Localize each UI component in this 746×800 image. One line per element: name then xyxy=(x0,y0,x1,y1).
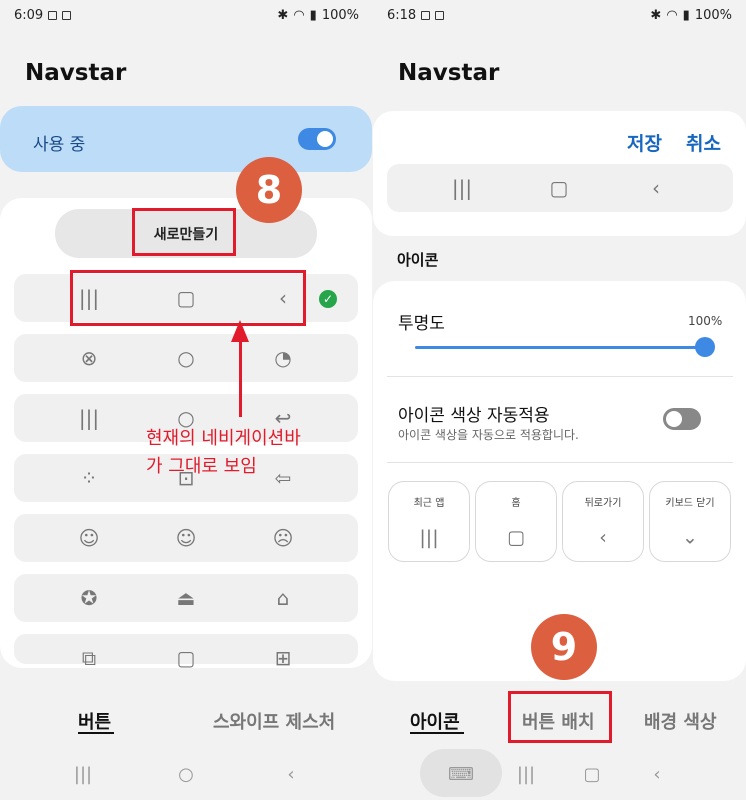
home-icon: ▢ xyxy=(176,646,196,670)
step-badge-9: 9 xyxy=(531,614,597,680)
key-button[interactable]: 뒤로가기 ‹ xyxy=(562,481,644,562)
signal-icon: ▮ xyxy=(682,7,690,23)
tab-buttons[interactable]: 버튼 xyxy=(78,708,111,734)
home-icon: ○ xyxy=(177,346,195,370)
step-badge-8: 8 xyxy=(236,157,302,223)
key-button[interactable]: 홈 ▢ xyxy=(475,481,557,562)
recent-icon: ✪ xyxy=(80,586,98,610)
preview-home-icon: ▢ xyxy=(549,176,569,200)
divider xyxy=(387,462,733,463)
gallery-icon xyxy=(48,10,58,20)
back-icon: ⊞ xyxy=(274,646,292,670)
selected-check-icon: ✓ xyxy=(319,290,337,308)
back-icon: ⌂ xyxy=(276,586,290,610)
preview-recent-icon: ||| xyxy=(451,176,473,200)
cancel-button[interactable]: 취소 xyxy=(686,129,721,156)
annotation-line-1: 현재의 네비게이션바 xyxy=(146,428,301,449)
recent-apps-icon[interactable]: ||| xyxy=(74,766,92,784)
home-icon[interactable]: ○ xyxy=(178,766,194,784)
back-icon: ◔ xyxy=(274,346,292,370)
notification-icon xyxy=(62,10,72,20)
highlight-new-button xyxy=(132,208,236,256)
key-button[interactable]: 최근 앱 ||| xyxy=(388,481,470,562)
tab-buttons-underline xyxy=(78,732,114,734)
signal-icon: ▮ xyxy=(309,7,317,23)
opacity-slider-thumb[interactable] xyxy=(695,337,715,357)
key-icon: ‹ xyxy=(599,526,607,549)
tab-background-color[interactable]: 배경 색상 xyxy=(644,708,717,734)
annotation-line-2: 가 그대로 보임 xyxy=(146,456,257,477)
wifi-icon: ◠ xyxy=(293,7,305,23)
recent-icon: ⧉ xyxy=(81,646,97,670)
tab-icon-underline xyxy=(410,732,464,734)
opacity-slider[interactable] xyxy=(415,346,705,349)
left-screen: 6:09 ✱ ◠ ▮ 100% Navstar 사용 중 새로만들기 ||| ▢ ‹ ⊗ ○ ◔… xyxy=(0,0,373,800)
button-style-row[interactable]: ⊗ ○ ◔ xyxy=(14,334,358,382)
back-icon[interactable]: ‹ xyxy=(653,766,660,784)
key-label: 뒤로가기 xyxy=(584,498,622,509)
recent-icon: ☺ xyxy=(78,526,100,550)
key-icon: ||| xyxy=(419,526,439,549)
back-icon: ☹ xyxy=(272,526,294,550)
battery-level: 100% xyxy=(694,7,732,23)
status-bar: 6:09 ✱ ◠ ▮ 100% xyxy=(14,6,359,24)
key-label: 홈 xyxy=(511,498,521,509)
button-style-row[interactable]: ⧉ ▢ ⊞ xyxy=(14,634,358,668)
home-icon[interactable]: ▢ xyxy=(583,766,600,784)
auto-color-title: 아이콘 색상 자동적용 xyxy=(398,406,550,426)
tab-swipe[interactable]: 스와이프 제스처 xyxy=(213,708,335,734)
notification-icon xyxy=(435,10,445,20)
opacity-label: 투명도 xyxy=(398,314,445,334)
gallery-icon xyxy=(421,10,431,20)
button-style-row[interactable]: ✪ ⏏ ⌂ xyxy=(14,574,358,622)
button-style-row[interactable]: ☺ ☺ ☹ xyxy=(14,514,358,562)
keyboard-icon[interactable]: ⌨ xyxy=(448,766,474,784)
highlight-current-navbar xyxy=(70,270,306,326)
battery-level: 100% xyxy=(321,7,359,23)
system-navbar-right: ⌨ ||| ▢ ‹ xyxy=(373,757,746,793)
divider xyxy=(387,376,733,377)
key-label: 최근 앱 xyxy=(413,498,445,509)
navbar-preview: ||| ▢ ‹ xyxy=(387,164,733,212)
recent-icon: ||| xyxy=(78,406,100,430)
opacity-value: 100% xyxy=(688,314,723,328)
status-bar-right: 6:18 ✱ ◠ ▮ 100% xyxy=(387,6,732,24)
app-title: Navstar xyxy=(25,60,127,86)
system-navbar: ||| ○ ‹ xyxy=(0,757,373,793)
tab-icon[interactable]: 아이콘 xyxy=(410,708,460,734)
bluetooth-icon: ✱ xyxy=(650,7,662,23)
key-icon: ⌄ xyxy=(682,526,698,549)
clock: 6:18 xyxy=(387,7,417,23)
recent-apps-icon[interactable]: ||| xyxy=(517,766,535,784)
save-button[interactable]: 저장 xyxy=(627,129,662,156)
recent-icon: ⊗ xyxy=(80,346,98,370)
highlight-button-layout-tab xyxy=(508,691,612,743)
annotation-text: 현재의 네비게이션바 가 그대로 보임 xyxy=(146,425,301,481)
auto-color-toggle[interactable] xyxy=(663,408,701,430)
auto-color-desc: 아이콘 색상을 자동으로 적용합니다. xyxy=(398,428,579,442)
key-icon: ▢ xyxy=(507,526,525,549)
clock: 6:09 xyxy=(14,7,44,23)
key-button[interactable]: 키보드 닫기 ⌄ xyxy=(649,481,731,562)
key-label: 키보드 닫기 xyxy=(665,498,715,509)
wifi-icon: ◠ xyxy=(666,7,678,23)
bluetooth-icon: ✱ xyxy=(277,7,289,23)
in-use-label: 사용 중 xyxy=(33,135,86,155)
preview-back-icon: ‹ xyxy=(652,176,660,200)
section-title-icon: 아이콘 xyxy=(397,251,439,269)
in-use-toggle[interactable] xyxy=(298,128,336,150)
app-title-right: Navstar xyxy=(398,60,500,86)
home-icon: ☺ xyxy=(175,526,197,550)
home-icon: ⏏ xyxy=(176,586,196,610)
annotation-arrow xyxy=(239,335,242,417)
recent-icon: ⁘ xyxy=(80,466,98,490)
back-icon[interactable]: ‹ xyxy=(287,766,294,784)
